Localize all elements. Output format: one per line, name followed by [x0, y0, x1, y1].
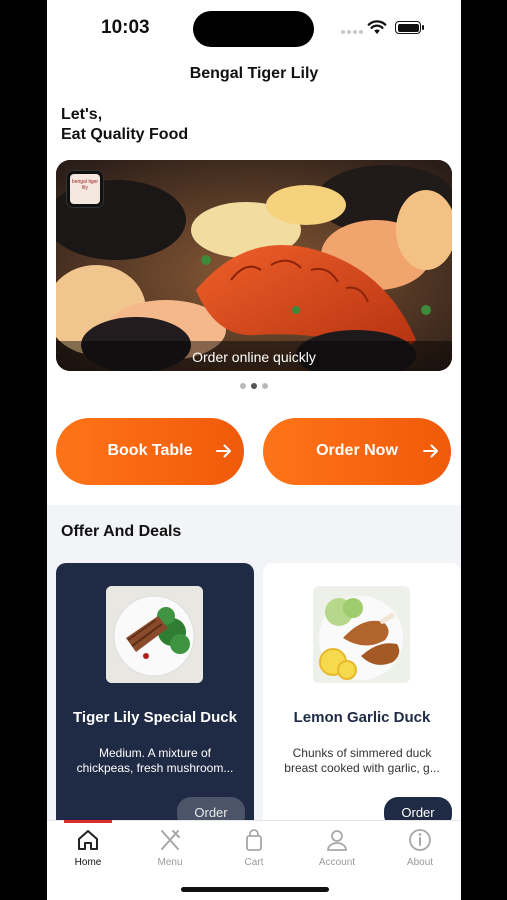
wifi-icon [367, 20, 387, 34]
status-time: 10:03 [101, 17, 150, 38]
tab-account[interactable]: Account [296, 827, 378, 868]
info-icon [409, 829, 431, 851]
greeting: Let's, Eat Quality Food [61, 105, 188, 145]
restaurant-logo: bengal tiger lily [66, 170, 104, 208]
carousel-dots [240, 383, 268, 389]
carousel-dot-2[interactable] [251, 383, 257, 389]
tab-cart-label: Cart [244, 857, 264, 868]
fork-knife-icon [161, 830, 180, 850]
offer-description-line-2: chickpeas, fresh mushroom... [76, 761, 234, 775]
greeting-line-1: Let's, [61, 106, 103, 123]
lemon-duck-dish-image [313, 586, 410, 683]
carousel-dot-1[interactable] [240, 383, 246, 389]
offer-description-line-1: Medium. A mixture of [98, 746, 212, 760]
offer-description: Medium. A mixture of chickpeas, fresh mu… [64, 746, 246, 776]
offer-description-line-2: breast cooked with garlic, g... [284, 761, 440, 775]
arrow-right-icon [216, 444, 231, 458]
book-table-button[interactable]: Book Table [56, 418, 244, 485]
battery-icon [395, 21, 424, 34]
page-title: Bengal Tiger Lily [189, 65, 319, 82]
promo-banner[interactable]: bengal tiger lily Order online quickly [56, 160, 452, 371]
tab-cart[interactable]: Cart [213, 827, 295, 868]
tab-menu[interactable]: Menu [129, 827, 211, 868]
order-now-button[interactable]: Order Now [263, 418, 451, 485]
status-bar: 10:03 [47, 0, 461, 56]
tab-about-label: About [406, 857, 434, 868]
logo-text: bengal tiger lily [71, 179, 99, 191]
duck-dish-image [106, 586, 203, 683]
offers-section: Offer And Deals Tiger Lily Special Duck … [47, 505, 461, 833]
banner-caption: Order online quickly [192, 349, 316, 365]
tab-account-label: Account [318, 857, 356, 868]
greeting-line-2: Eat Quality Food [61, 126, 189, 143]
arrow-right-icon [423, 444, 438, 458]
offer-name: Tiger Lily Special Duck [73, 709, 237, 726]
offer-description: Chunks of simmered duck breast cooked wi… [271, 746, 453, 776]
user-icon [327, 830, 347, 851]
offers-title: Offer And Deals [61, 523, 182, 540]
tab-home-label: Home [74, 857, 102, 868]
home-icon [78, 830, 98, 850]
app-screen: 10:03 Bengal Tiger Lily Let's, Eat Quali… [47, 0, 461, 900]
dynamic-island [193, 11, 314, 47]
cellular-signal-icon [341, 30, 363, 34]
seafood-banner-image [56, 160, 452, 371]
shopping-bag-icon [246, 829, 262, 851]
offer-description-line-1: Chunks of simmered duck [292, 746, 432, 760]
offer-card-special-duck[interactable]: Tiger Lily Special Duck Medium. A mixtur… [56, 563, 254, 833]
tab-menu-label: Menu [157, 857, 183, 868]
offer-name: Lemon Garlic Duck [293, 709, 431, 726]
offer-card-lemon-garlic-duck[interactable]: Lemon Garlic Duck Chunks of simmered duc… [263, 563, 461, 833]
home-indicator[interactable] [181, 887, 329, 892]
carousel-dot-3[interactable] [262, 383, 268, 389]
tab-home[interactable]: Home [47, 827, 129, 868]
active-tab-indicator [64, 820, 112, 823]
tab-about[interactable]: About [379, 827, 461, 868]
